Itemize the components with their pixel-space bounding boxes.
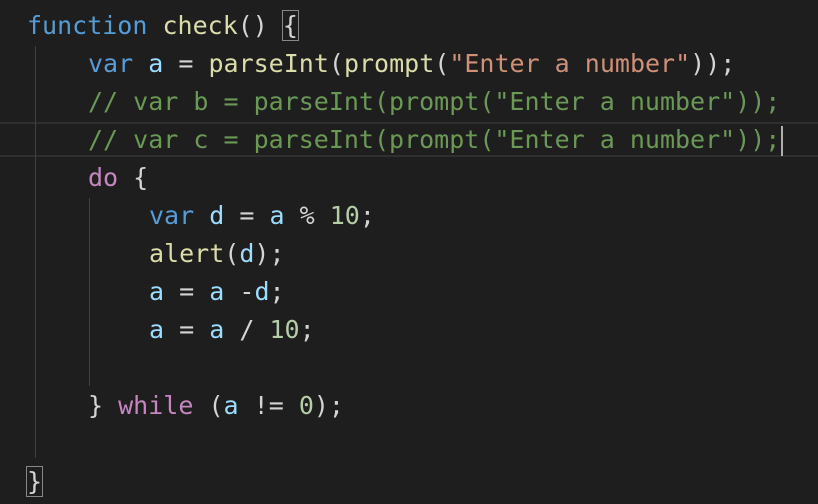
operator-assign: = [179,277,195,306]
code-line-1[interactable]: function check() { [27,7,299,45]
paren-open: ( [208,391,224,420]
variable-a: a [149,315,165,344]
indent-guide-do [89,198,90,386]
code-line-6[interactable]: var d = a % 10; [149,197,375,235]
semicolon: ; [359,201,375,230]
semicolon: ; [299,315,315,344]
string-literal: "Enter a number" [449,49,691,78]
parameter-parens: () [237,11,268,40]
operator-assign: = [178,49,194,78]
number-literal: 0 [298,391,314,420]
operator-assign: = [179,315,195,344]
paren-close-semicolon: ); [254,239,285,268]
function-name: check [162,11,238,40]
keyword-var: var [88,49,134,78]
variable-a: a [209,315,225,344]
code-line-5[interactable]: do { [88,159,148,197]
code-line-2[interactable]: var a = parseInt(prompt("Enter a number"… [88,45,735,83]
code-line-3[interactable]: // var b = parseInt(prompt("Enter a numb… [88,83,780,121]
code-line-7[interactable]: alert(d); [149,235,285,273]
comment: // var c = parseInt(prompt("Enter a numb… [88,125,781,154]
comment: // var b = parseInt(prompt("Enter a numb… [88,87,781,116]
paren-close-semicolon: ); [313,391,344,420]
variable-d: d [239,239,255,268]
operator-divide: / [239,315,255,344]
variable-d: d [254,277,270,306]
keyword-do: do [88,163,119,192]
paren-open: ( [224,239,240,268]
code-line-4[interactable]: // var c = parseInt(prompt("Enter a numb… [88,121,784,159]
indent-guide-function [35,46,36,458]
operator-not-equal: != [253,391,284,420]
open-brace-matched: { [281,10,299,41]
operator-minus: - [239,277,255,306]
function-prompt: prompt [343,49,435,78]
close-brace-matched: } [25,466,44,497]
keyword-function: function [27,11,148,40]
code-line-11[interactable]: } while (a != 0); [88,387,344,425]
paren-open: ( [434,49,450,78]
variable-a: a [223,391,239,420]
variable-a: a [148,49,164,78]
number-literal: 10 [269,315,300,344]
paren-close-semicolon: )); [690,49,736,78]
operator-assign: = [239,201,255,230]
operator-modulo: % [299,201,315,230]
code-line-9[interactable]: a = a / 10; [149,311,315,349]
open-brace: { [133,163,149,192]
number-literal: 10 [329,201,360,230]
code-editor[interactable]: function check() { var a = parseInt(prom… [0,0,818,504]
code-line-13[interactable]: } [25,463,44,501]
paren-open: ( [328,49,344,78]
variable-d: d [209,201,225,230]
keyword-var: var [149,201,195,230]
function-alert: alert [149,239,225,268]
code-line-8[interactable]: a = a -d; [149,273,285,311]
semicolon: ; [269,277,285,306]
variable-a: a [209,277,225,306]
variable-a: a [269,201,285,230]
close-brace: } [88,391,104,420]
text-cursor [781,126,784,156]
function-parseInt: parseInt [208,49,329,78]
variable-a: a [149,277,165,306]
keyword-while: while [118,391,194,420]
